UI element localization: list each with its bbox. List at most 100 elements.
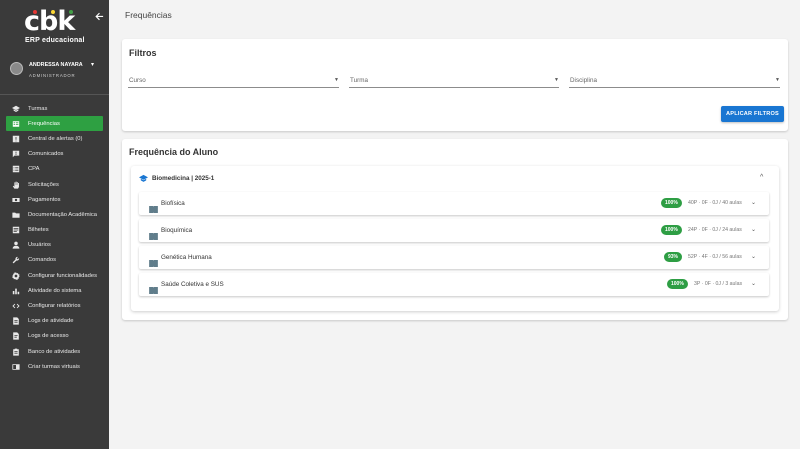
sidebar-item-documentacao-academica[interactable]: Documentação Acadêmica xyxy=(6,207,103,222)
wrench-icon xyxy=(12,256,20,264)
sidebar-item-pagamentos[interactable]: Pagamentos xyxy=(6,192,103,207)
sidebar-item-label: Logs de atividade xyxy=(28,318,74,325)
book-icon xyxy=(149,227,158,240)
sidebar-item-central-de-alertas[interactable]: Central de alertas (0) xyxy=(6,131,103,146)
subject-row-bioquimica[interactable]: Bioquímica 100% 24P · 0F · 0J / 24 aulas… xyxy=(139,219,769,242)
course-header[interactable]: Biomedicina | 2025-1 xyxy=(139,174,214,183)
sidebar-item-configurar-relatorios[interactable]: Configurar relatórios xyxy=(6,298,103,313)
clipboard-icon xyxy=(12,348,20,356)
sidebar-item-label: Usuários xyxy=(28,242,51,249)
attendance-stats: 52P · 4F · 0J / 56 aulas xyxy=(688,254,742,260)
checklist-icon xyxy=(12,165,20,173)
user-menu-caret-icon[interactable]: ▾ xyxy=(91,61,94,68)
user-profile[interactable]: ANDRESSA NAYARA ADMINISTRADOR ▾ xyxy=(8,61,104,83)
bar-chart-icon xyxy=(12,287,20,295)
graduation-cap-icon xyxy=(139,174,148,182)
page-title: Frequências xyxy=(125,10,172,20)
avatar xyxy=(10,62,23,75)
attendance-percent-badge: 100% xyxy=(661,198,682,208)
logo-dot-yellow xyxy=(51,10,55,14)
turma-select[interactable]: Turma ▼ xyxy=(349,74,559,88)
sidebar-item-banco-de-atividades[interactable]: Banco de atividades xyxy=(6,344,103,359)
logo-dot-green xyxy=(69,10,73,14)
subject-name: Bioquímica xyxy=(161,227,193,234)
book-icon xyxy=(149,200,158,213)
turma-select-label: Turma xyxy=(350,77,368,84)
chevron-down-icon[interactable]: ⌄ xyxy=(751,280,756,287)
ticket-icon xyxy=(12,226,20,234)
attendance-stats: 40P · 0F · 0J / 40 aulas xyxy=(688,200,742,206)
sidebar-item-solicitacoes[interactable]: Solicitações xyxy=(6,177,103,192)
apply-filters-button[interactable]: APLICAR FILTROS xyxy=(721,106,784,122)
subject-name: Biofísica xyxy=(161,200,185,207)
sidebar-item-comunicados[interactable]: Comunicados xyxy=(6,147,103,162)
sidebar-item-label: Criar turmas virtuais xyxy=(28,363,80,370)
logo-subtitle: ERP educacional xyxy=(25,37,85,44)
book-icon xyxy=(149,254,158,267)
sidebar-item-label: Banco de atividades xyxy=(28,348,81,355)
sidebar-item-cpa[interactable]: CPA xyxy=(6,162,103,177)
sidebar-item-label: Logs de acesso xyxy=(28,333,69,340)
attendance-stats: 24P · 0F · 0J / 24 aulas xyxy=(688,227,742,233)
subject-row-biofisica[interactable]: Biofísica 100% 40P · 0F · 0J / 40 aulas … xyxy=(139,192,769,215)
sidebar-menu: Turmas Frequências Central de alertas (0… xyxy=(6,101,103,374)
brand-logo: cbk ERP educacional xyxy=(24,8,88,46)
virtual-class-icon xyxy=(12,363,20,371)
folder-icon xyxy=(12,211,20,219)
sidebar-divider xyxy=(0,94,109,95)
sidebar-item-label: Frequências xyxy=(28,120,60,127)
sidebar-item-atividade-do-sistema[interactable]: Atividade do sistema xyxy=(6,283,103,298)
graduation-cap-icon xyxy=(12,105,20,113)
collapse-sidebar-icon[interactable] xyxy=(95,12,105,22)
disciplina-select[interactable]: Disciplina ▼ xyxy=(569,74,780,88)
sidebar-item-label: Configurar funcionalidades xyxy=(28,272,97,279)
subject-name: Saúde Coletiva e SUS xyxy=(161,281,224,288)
sidebar-item-comandos[interactable]: Comandos xyxy=(6,253,103,268)
person-icon xyxy=(12,241,20,249)
chevron-down-icon[interactable]: ⌄ xyxy=(751,199,756,206)
alert-icon xyxy=(12,135,20,143)
subject-row-saude-coletiva[interactable]: Saúde Coletiva e SUS 100% 3P · 0F · 0J /… xyxy=(139,273,769,296)
sidebar-item-label: Solicitações xyxy=(28,181,59,188)
chevron-down-icon: ▼ xyxy=(334,77,339,83)
attendance-percent-badge: 100% xyxy=(667,279,688,289)
sidebar-item-label: Comandos xyxy=(28,257,57,264)
announcement-icon xyxy=(12,150,20,158)
chevron-down-icon[interactable]: ⌄ xyxy=(751,253,756,260)
attendance-percent-badge: 100% xyxy=(661,225,682,235)
sidebar-item-frequencias[interactable]: Frequências xyxy=(6,116,103,132)
subject-name: Genética Humana xyxy=(161,254,212,261)
sidebar-item-logs-de-atividade[interactable]: Logs de atividade xyxy=(6,314,103,329)
user-name: ANDRESSA NAYARA xyxy=(29,62,83,68)
sidebar-item-turmas[interactable]: Turmas xyxy=(6,101,103,116)
sidebar-item-configurar-funcionalidades[interactable]: Configurar funcionalidades xyxy=(6,268,103,283)
sidebar-item-label: Turmas xyxy=(28,105,48,112)
attendance-title: Frequência do Aluno xyxy=(129,147,219,157)
user-role: ADMINISTRADOR xyxy=(29,73,76,78)
gear-icon xyxy=(12,271,20,280)
course-name: Biomedicina | 2025-1 xyxy=(152,175,215,182)
subject-row-genetica-humana[interactable]: Genética Humana 93% 52P · 4F · 0J / 56 a… xyxy=(139,246,769,269)
sidebar-item-label: Configurar relatórios xyxy=(28,303,81,310)
log-icon xyxy=(12,317,20,325)
disciplina-select-label: Disciplina xyxy=(570,77,597,84)
curso-select[interactable]: Curso ▼ xyxy=(128,74,339,88)
chevron-down-icon: ▼ xyxy=(554,77,559,83)
sidebar-item-usuarios[interactable]: Usuários xyxy=(6,238,103,253)
hand-icon xyxy=(12,181,20,189)
sidebar-item-criar-turmas-virtuais[interactable]: Criar turmas virtuais xyxy=(6,359,103,374)
sidebar-item-logs-de-acesso[interactable]: Logs de acesso xyxy=(6,329,103,344)
logo-dot-red xyxy=(33,10,37,14)
sidebar-item-label: Bilhetes xyxy=(28,227,49,234)
code-icon xyxy=(12,302,20,310)
book-icon xyxy=(149,281,158,294)
chevron-down-icon: ▼ xyxy=(775,77,780,83)
sidebar-item-bilhetes[interactable]: Bilhetes xyxy=(6,223,103,238)
sidebar-item-label: CPA xyxy=(28,166,40,173)
chevron-down-icon[interactable]: ⌄ xyxy=(751,226,756,233)
access-log-icon xyxy=(12,332,20,341)
collapse-course-icon[interactable]: ^ xyxy=(760,174,763,181)
money-icon xyxy=(12,196,20,204)
filters-title: Filtros xyxy=(129,48,157,58)
sidebar-item-label: Central de alertas (0) xyxy=(28,135,83,142)
